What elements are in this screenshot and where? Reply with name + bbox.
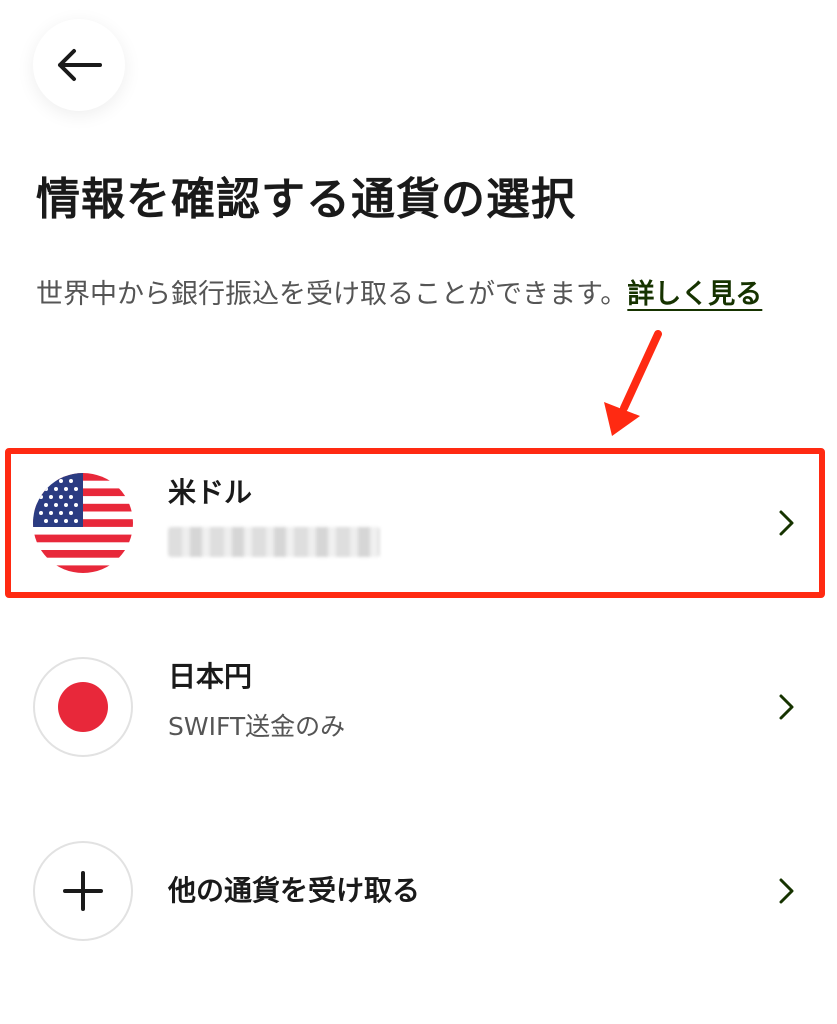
chevron-right-icon [779,510,794,536]
currency-name: 日本円 [168,660,253,693]
redacted-account-number [168,527,380,557]
currency-name: 米ドル [168,476,253,509]
receive-other-text: 他の通貨を受け取る [168,871,420,911]
us-flag-icon [33,473,133,573]
plus-icon [33,841,133,941]
page-subtitle: 世界中から銀行振込を受け取ることができます。詳しく見る [36,268,806,322]
currency-text-jpy: 日本円 SWIFT送金のみ [168,657,345,747]
receive-other-label: 他の通貨を受け取る [168,874,421,907]
page-title: 情報を確認する通貨の選択 [36,174,576,225]
currency-text-usd: 米ドル [168,473,380,557]
japan-flag-icon [33,657,133,757]
chevron-right-icon [779,694,794,720]
chevron-right-icon [779,878,794,904]
subtitle-text: 世界中から銀行振込を受け取ることができます。 [36,279,628,310]
currency-row-usd[interactable]: 米ドル [0,453,837,593]
arrow-left-icon [58,49,102,81]
currency-detail: SWIFT送金のみ [168,712,346,741]
learn-more-link[interactable]: 詳しく見る [627,279,762,310]
back-button[interactable] [33,19,125,111]
receive-other-currency-row[interactable]: 他の通貨を受け取る [0,821,837,961]
currency-row-jpy[interactable]: 日本円 SWIFT送金のみ [0,637,837,777]
annotation-arrow-icon [604,330,662,436]
